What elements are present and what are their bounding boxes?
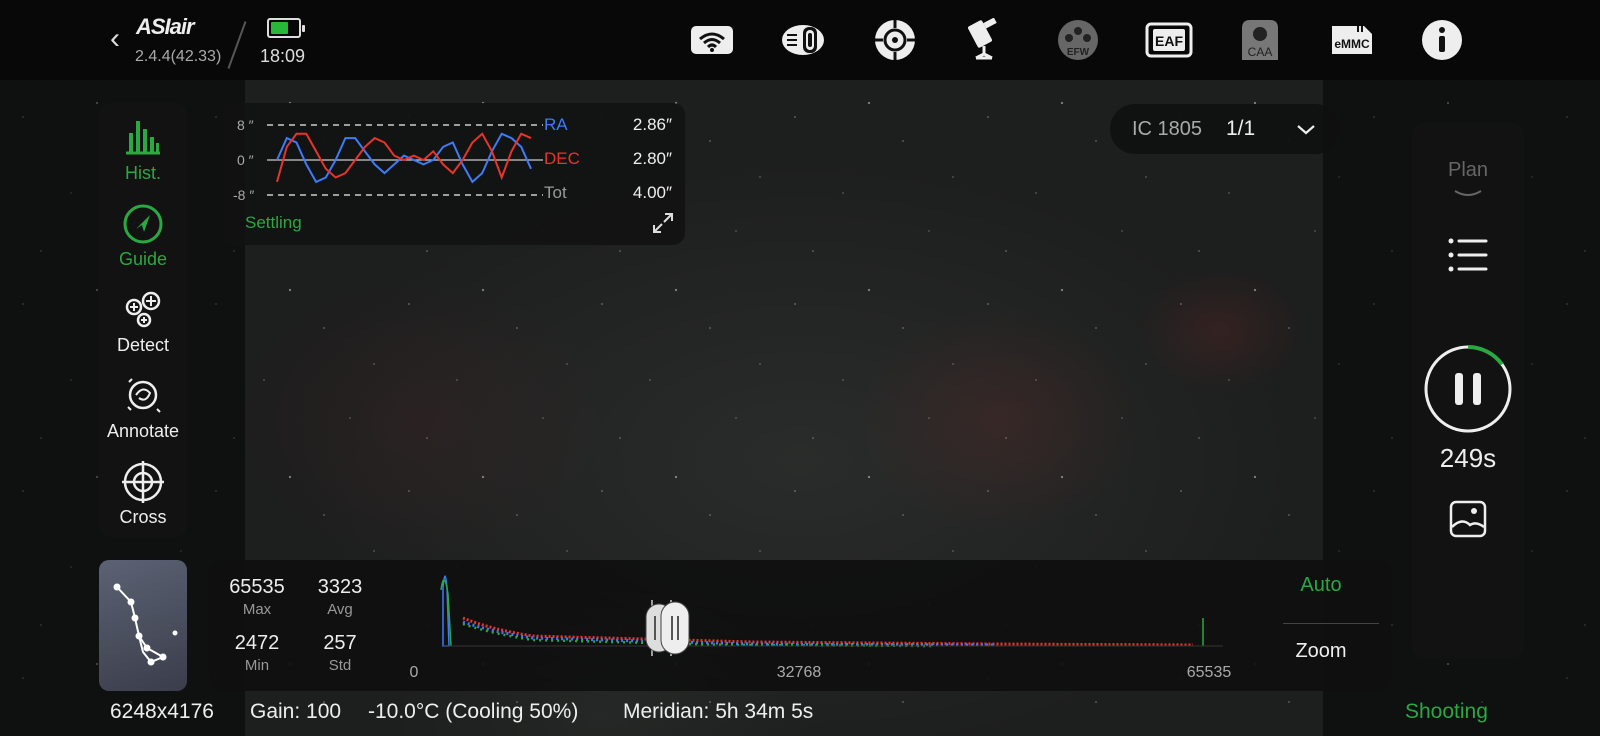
stat-min-label: Min: [244, 657, 270, 674]
tool-panel: Hist. Guide Detect Annotate Cross: [99, 103, 187, 537]
tool-detect-label: Detect: [116, 335, 170, 355]
battery-icon: [267, 18, 305, 38]
chevron-down-icon: [1297, 125, 1315, 135]
histogram-panel: 65535 Max 3323 Avg 2472 Min 257 Std 0 32768 …: [209, 560, 1391, 691]
caa-label: CAA: [1248, 45, 1273, 59]
guide-compass-icon: [123, 204, 163, 244]
meridian-countdown: Meridian: 5h 34m 5s: [623, 700, 814, 723]
button-divider: [1283, 623, 1379, 624]
guide-error-chart: 8 ″ 0 ″ -8 ″: [233, 117, 543, 203]
tool-histogram[interactable]: Hist.: [99, 109, 187, 195]
image-gallery-icon[interactable]: [1448, 499, 1488, 539]
histogram-graph: [440, 575, 1223, 648]
stat-avg-label: Avg: [327, 601, 353, 618]
sky-atlas-thumbnail[interactable]: [99, 560, 187, 691]
stat-std-value: 257: [323, 632, 357, 654]
capture-state: Shooting: [1405, 700, 1488, 723]
battery-level: [271, 22, 288, 34]
y-label-mid: 0 ″: [237, 152, 254, 168]
dec-series-line: [276, 132, 532, 183]
histogram-icon: [126, 121, 160, 155]
ra-label: RA: [544, 115, 568, 134]
zoom-button[interactable]: Zoom: [1261, 640, 1381, 663]
tool-detect[interactable]: Detect: [99, 281, 187, 367]
emmc-storage-icon[interactable]: eMMC: [1328, 18, 1376, 62]
clock: 18:09: [260, 46, 306, 66]
exposure-timer: 249s: [1439, 443, 1497, 473]
constellation-icon: [113, 583, 178, 666]
stat-avg: 3323 Avg: [297, 576, 383, 618]
wifi-icon[interactable]: [688, 18, 736, 62]
efw-label: EFW: [1067, 47, 1090, 58]
dec-value: 2.80″: [632, 149, 672, 168]
target-name: IC 1805: [1132, 118, 1203, 140]
camera-lens-icon[interactable]: [779, 18, 827, 62]
tool-annotate-label: Annotate: [106, 421, 180, 441]
capture-panel: Plan 249s: [1412, 123, 1524, 658]
ra-value: 2.86″: [632, 115, 672, 134]
tool-annotate[interactable]: Annotate: [99, 367, 187, 453]
axis-mid: 32768: [776, 664, 822, 681]
gain: Gain: 100: [250, 700, 342, 723]
target-selector[interactable]: IC 1805 1/1: [1110, 104, 1340, 154]
back-chevron-icon[interactable]: ‹: [110, 24, 134, 54]
filter-wheel-icon[interactable]: EFW: [1054, 18, 1102, 62]
status-bar: 6248x4176 Gain: 100 -10.0°C (Cooling 50%…: [0, 700, 1600, 730]
expand-icon[interactable]: [651, 211, 675, 235]
tool-guide-label: Guide: [118, 249, 168, 269]
guide-graph-panel[interactable]: 8 ″ 0 ″ -8 ″ RA 2.86″ DEC 2.80″ Tot 4.00…: [223, 103, 685, 245]
app-version: 2.4.4(42.33): [135, 48, 222, 65]
stat-min-value: 2472: [234, 632, 280, 654]
pause-icon: [1455, 373, 1463, 405]
resolution: 6248x4176: [110, 700, 214, 723]
plan-label[interactable]: Plan: [1412, 159, 1524, 182]
stat-std-label: Std: [328, 657, 352, 674]
stretch-slider-handle[interactable]: [645, 600, 695, 656]
stat-max-value: 65535: [229, 576, 285, 598]
annotate-galaxy-icon: [127, 378, 161, 413]
guide-status: Settling: [245, 213, 302, 232]
eaf-label: EAF: [1155, 33, 1183, 49]
tool-cross[interactable]: Cross: [99, 453, 187, 539]
tool-histogram-label: Hist.: [125, 163, 161, 183]
stat-std: 257 Std: [297, 632, 383, 674]
ra-series-line: [276, 132, 532, 184]
plan-chevron-icon[interactable]: [1453, 187, 1483, 201]
guide-scope-icon[interactable]: [871, 18, 919, 62]
tool-cross-label: Cross: [119, 507, 167, 527]
target-count: 1/1: [1226, 117, 1256, 140]
axis-max: 65535: [1186, 664, 1232, 681]
detect-stars-icon: [125, 291, 161, 328]
sensor-temperature: -10.0°C (Cooling 50%): [368, 700, 579, 723]
info-icon[interactable]: [1418, 18, 1466, 62]
emmc-label: eMMC: [1334, 37, 1370, 51]
tool-guide[interactable]: Guide: [99, 195, 187, 281]
focuser-icon[interactable]: EAF: [1145, 18, 1193, 62]
camera-angle-adjuster-icon[interactable]: CAA: [1236, 18, 1284, 62]
stat-avg-value: 3323: [317, 576, 363, 598]
app-logo: ASIair: [136, 14, 195, 39]
pause-button[interactable]: [1422, 343, 1514, 435]
tot-label: Tot: [544, 183, 567, 202]
dec-label: DEC: [544, 149, 580, 168]
y-label-bottom: -8 ″: [233, 187, 254, 203]
auto-button[interactable]: Auto: [1261, 574, 1381, 597]
crosshair-icon: [122, 461, 164, 503]
stat-min: 2472 Min: [214, 632, 300, 674]
asiair-screen: ‹ ASIair 2.4.4(42.33) 18:09 EFW EAF CAA …: [0, 0, 1600, 736]
axis-min: 0: [409, 664, 419, 681]
y-label-top: 8 ″: [237, 117, 254, 133]
top-bar: ‹ ASIair 2.4.4(42.33) 18:09 EFW EAF CAA …: [0, 0, 1600, 80]
divider: [227, 21, 247, 69]
telescope-mount-icon[interactable]: [962, 18, 1010, 62]
stat-max: 65535 Max: [214, 576, 300, 618]
stat-max-label: Max: [242, 601, 272, 618]
list-icon[interactable]: [1446, 235, 1490, 275]
tot-value: 4.00″: [632, 183, 672, 202]
